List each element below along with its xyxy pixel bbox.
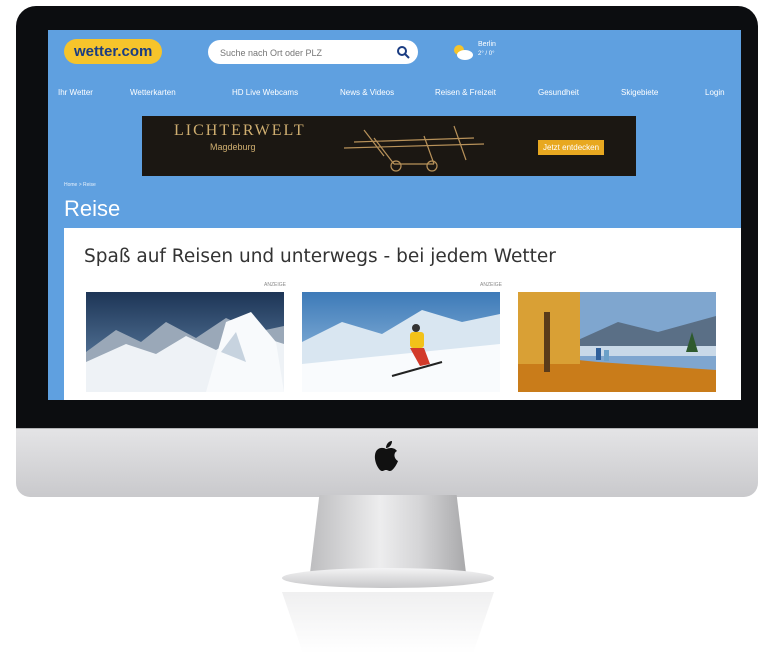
breadcrumb[interactable]: Home > Reise bbox=[64, 182, 96, 188]
wooden-airplane-illustration bbox=[343, 125, 485, 172]
ad-banner[interactable]: LICHTERWELT Magdeburg Jetzt entdecken bbox=[142, 116, 636, 176]
ad-title: LICHTERWELT bbox=[174, 122, 306, 139]
search-input[interactable] bbox=[218, 40, 392, 66]
page-title: Reise bbox=[64, 196, 121, 221]
content-panel: Spaß auf Reisen und unterwegs - bei jede… bbox=[64, 228, 741, 400]
search-icon[interactable] bbox=[396, 45, 410, 59]
weather-temperature: 2° / 0° bbox=[478, 51, 495, 57]
partly-cloudy-icon bbox=[454, 45, 473, 60]
nav-item-skigebiete[interactable]: Skigebiete bbox=[621, 88, 658, 97]
nav-item-wetterkarten[interactable]: Wetterkarten bbox=[130, 88, 176, 97]
snowy-mountains-image bbox=[86, 292, 284, 392]
ad-subtitle: Magdeburg bbox=[210, 142, 256, 152]
nav-item-news[interactable]: News & Videos bbox=[340, 88, 394, 97]
nav-item-ihr-wetter[interactable]: Ihr Wetter bbox=[58, 88, 93, 97]
travel-card-snowy-mountains[interactable] bbox=[86, 292, 284, 392]
section-headline: Spaß auf Reisen und unterwegs - bei jede… bbox=[84, 246, 556, 267]
travel-card-skier[interactable] bbox=[302, 292, 500, 392]
ad-label: ANZEIGE bbox=[264, 282, 286, 288]
main-nav: Ihr Wetter Wetterkarten HD Live Webcams … bbox=[48, 84, 741, 106]
site-logo[interactable]: wetter.com bbox=[64, 39, 163, 64]
nav-item-webcams[interactable]: HD Live Webcams bbox=[232, 88, 298, 97]
skier-image bbox=[302, 292, 500, 392]
monitor-stand-neck bbox=[310, 495, 466, 573]
browser-screen: wetter.com Berlin 2° / 0° Ihr Wetter Wet… bbox=[48, 30, 741, 400]
autumn-hikers-image bbox=[518, 292, 716, 392]
travel-card-autumn-hikers[interactable] bbox=[518, 292, 716, 392]
nav-item-login[interactable]: Login bbox=[705, 88, 725, 97]
nav-item-gesundheit[interactable]: Gesundheit bbox=[538, 88, 579, 97]
ad-cta-button[interactable]: Jetzt entdecken bbox=[538, 140, 605, 155]
current-weather-widget[interactable]: Berlin 2° / 0° bbox=[450, 40, 530, 64]
apple-logo-icon bbox=[374, 441, 398, 471]
stand-reflection bbox=[282, 592, 494, 654]
monitor-stand-foot bbox=[282, 568, 494, 588]
weather-city: Berlin bbox=[478, 41, 496, 48]
search-box[interactable] bbox=[208, 40, 418, 66]
site-header: wetter.com Berlin 2° / 0° bbox=[48, 30, 741, 76]
ad-label: ANZEIGE bbox=[480, 282, 502, 288]
nav-item-reisen[interactable]: Reisen & Freizeit bbox=[435, 88, 496, 97]
